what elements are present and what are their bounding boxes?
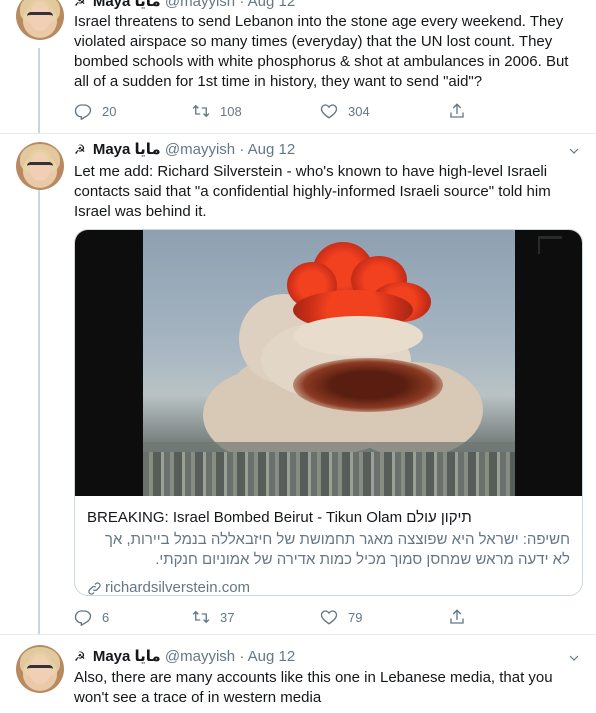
- display-name[interactable]: Maya مايا: [93, 141, 161, 158]
- handle[interactable]: @mayyish: [165, 141, 235, 158]
- reply-count: 6: [102, 609, 110, 625]
- tweet-text: Let me add: Richard Silverstein - who's …: [74, 163, 551, 220]
- separator: ·: [239, 141, 245, 158]
- avatar[interactable]: [16, 645, 64, 693]
- reply-icon: [74, 104, 92, 120]
- separator: ·: [239, 648, 245, 665]
- like-button[interactable]: 304: [320, 101, 370, 121]
- explosion-image: [143, 230, 515, 496]
- like-button[interactable]: 79: [320, 607, 362, 627]
- flag-emoji: ☭: [74, 142, 86, 157]
- reply-count: 20: [102, 103, 117, 119]
- separator: ·: [239, 0, 245, 10]
- avatar[interactable]: [16, 142, 64, 190]
- retweet-button[interactable]: 37: [192, 607, 234, 627]
- share-icon: [450, 609, 464, 624]
- reply-button[interactable]: 6: [74, 607, 109, 627]
- chevron-down-icon: [569, 148, 579, 154]
- tweet-text: Israel threatens to send Lebanon into th…: [74, 13, 569, 90]
- tweet-text: Also, there are many accounts like this …: [74, 669, 553, 706]
- share-button[interactable]: [448, 607, 476, 627]
- tweet-date[interactable]: Aug 12: [248, 141, 296, 158]
- link-card[interactable]: BREAKING: Israel Bombed Beirut - Tikun O…: [74, 229, 583, 596]
- tweet-actions: 6 37 79: [74, 607, 494, 627]
- retweet-icon: [192, 610, 210, 624]
- avatar[interactable]: [16, 0, 64, 40]
- display-name[interactable]: Maya مايا: [93, 0, 161, 10]
- like-icon: [320, 610, 338, 625]
- tweet-header: ☭ Maya مايا @mayyish · Aug 12: [74, 647, 295, 667]
- like-icon: [320, 104, 338, 119]
- link-icon: [88, 581, 101, 595]
- share-icon: [450, 103, 464, 118]
- retweet-button[interactable]: 108: [192, 101, 242, 121]
- more-options-button[interactable]: [568, 144, 580, 156]
- crane-silhouette: [538, 236, 562, 254]
- retweet-count: 37: [220, 609, 235, 625]
- flag-emoji: ☭: [74, 649, 86, 664]
- tweet-header: ☭ Maya مايا @mayyish · Aug 12: [74, 0, 295, 12]
- retweet-count: 108: [220, 103, 242, 119]
- card-description: חשיפה: ישראל היא שפוצצה מאגר תחמושת של ח…: [104, 531, 570, 568]
- tweet-actions: 20 108 304: [74, 101, 494, 121]
- tweet-header: ☭ Maya مايا @mayyish · Aug 12: [74, 140, 295, 160]
- like-count: 304: [348, 103, 370, 119]
- tweet[interactable]: ☭ Maya مايا @mayyish · Aug 12 Also, ther…: [0, 635, 596, 713]
- card-image[interactable]: [75, 230, 582, 496]
- reply-icon: [74, 610, 92, 626]
- reply-button[interactable]: 20: [74, 101, 116, 121]
- chevron-down-icon: [569, 655, 579, 661]
- display-name[interactable]: Maya مايا: [93, 648, 161, 665]
- handle[interactable]: @mayyish: [165, 0, 235, 10]
- card-link-text: richardsilverstein.com: [105, 579, 251, 596]
- card-link[interactable]: richardsilverstein.com: [87, 578, 251, 596]
- tweet-date[interactable]: Aug 12: [248, 0, 296, 10]
- like-count: 79: [348, 609, 363, 625]
- tweet[interactable]: ☭ Maya مايا @mayyish · Aug 12 Israel thr…: [0, 0, 596, 133]
- tweet-date[interactable]: Aug 12: [248, 648, 296, 665]
- card-title[interactable]: BREAKING: Israel Bombed Beirut - Tikun O…: [87, 508, 572, 528]
- handle[interactable]: @mayyish: [165, 648, 235, 665]
- more-options-button[interactable]: [568, 651, 580, 663]
- flag-emoji: ☭: [74, 0, 86, 9]
- retweet-icon: [192, 104, 210, 118]
- share-button[interactable]: [448, 101, 476, 121]
